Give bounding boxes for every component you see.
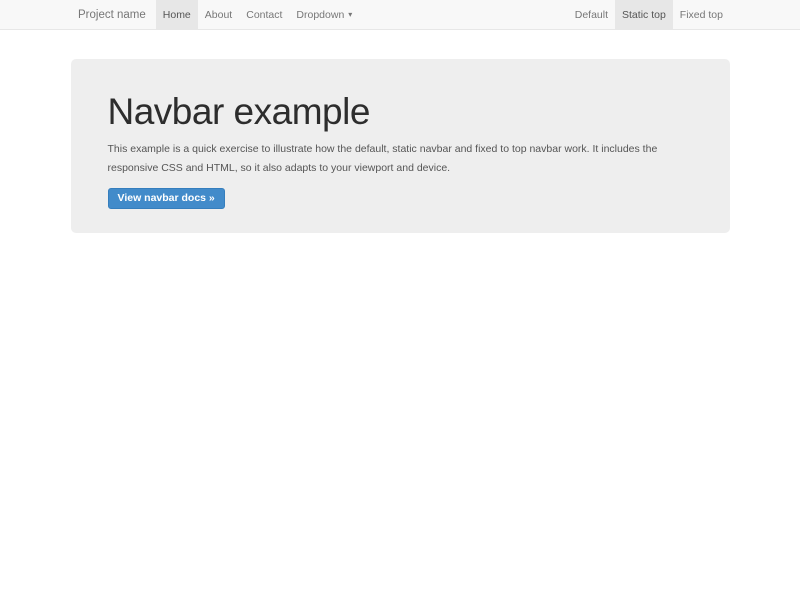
nav-item-dropdown-label: Dropdown <box>296 9 344 21</box>
nav-item-fixed-top-label: Fixed top <box>680 9 723 21</box>
navbar-left-nav: Home About Contact Dropdown ▾ <box>156 0 360 30</box>
nav-item-about-label: About <box>205 9 232 21</box>
nav-item-fixed-top[interactable]: Fixed top <box>673 0 730 30</box>
navbar-right-nav: Default Static top Fixed top <box>568 0 730 30</box>
caret-down-icon: ▾ <box>348 11 352 19</box>
nav-item-about[interactable]: About <box>198 0 239 30</box>
nav-item-home-label: Home <box>163 9 191 21</box>
main-content: Navbar example This example is a quick e… <box>0 59 800 233</box>
nav-item-home[interactable]: Home <box>156 0 198 30</box>
jumbotron: Navbar example This example is a quick e… <box>71 59 730 233</box>
nav-item-dropdown[interactable]: Dropdown ▾ <box>289 0 359 30</box>
nav-item-static-top-label: Static top <box>622 9 666 21</box>
view-navbar-docs-button[interactable]: View navbar docs » <box>108 188 225 210</box>
page-title: Navbar example <box>108 92 693 133</box>
navbar: Project name Home About Contact Dropdown… <box>0 0 800 30</box>
navbar-container: Project name Home About Contact Dropdown… <box>70 0 730 30</box>
nav-item-default-label: Default <box>575 9 608 21</box>
nav-item-static-top[interactable]: Static top <box>615 0 673 30</box>
nav-item-contact-label: Contact <box>246 9 282 21</box>
navbar-brand[interactable]: Project name <box>70 0 154 30</box>
nav-item-contact[interactable]: Contact <box>239 0 289 30</box>
nav-item-default[interactable]: Default <box>568 0 615 30</box>
page-description: This example is a quick exercise to illu… <box>108 140 693 179</box>
